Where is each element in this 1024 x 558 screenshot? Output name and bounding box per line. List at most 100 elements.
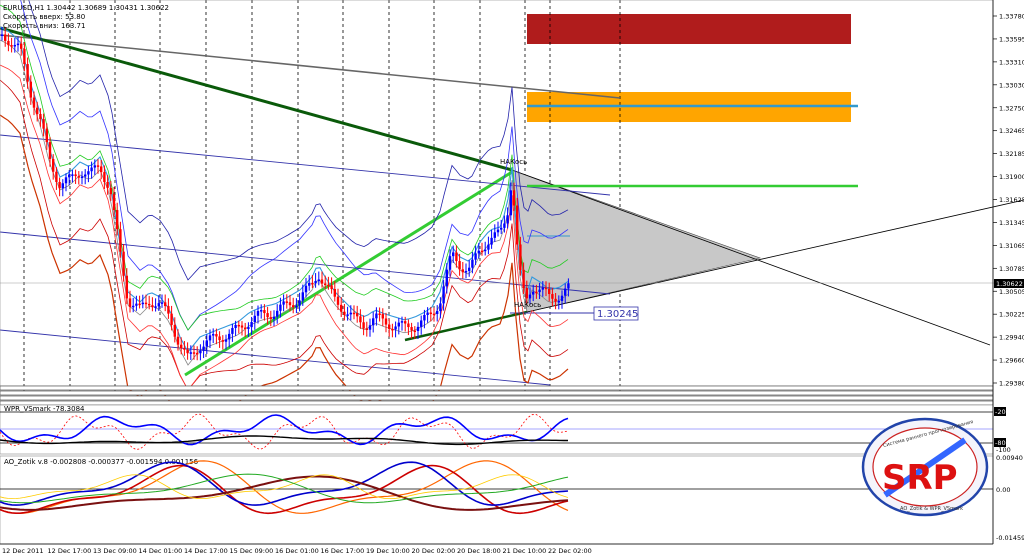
candle-body <box>381 314 384 319</box>
candle-body <box>160 302 164 304</box>
wpr-panel[interactable]: WPR_VSmark -78.3084 <box>0 404 994 455</box>
candle-body <box>221 340 224 342</box>
candle-body <box>4 34 7 41</box>
time-tick: 20 Dec 18:00 <box>457 547 501 555</box>
candle-body <box>352 312 356 315</box>
time-tick: 19 Dec 10:00 <box>366 547 410 555</box>
candle-body <box>375 313 378 319</box>
price-tick: 1.33780 <box>999 13 1024 21</box>
candle-body <box>167 306 170 314</box>
candle-body <box>151 305 154 308</box>
price-tick: 1.33310 <box>999 58 1024 66</box>
candle-body <box>468 267 471 271</box>
time-tick: 14 Dec 01:00 <box>139 547 183 555</box>
candle-body <box>304 285 308 293</box>
candle-body <box>192 352 196 354</box>
candle-body <box>212 334 215 336</box>
candle-body <box>471 259 474 268</box>
candle-body <box>311 283 314 285</box>
candle-body <box>154 306 157 308</box>
candle-body <box>90 167 93 172</box>
candle-body <box>183 348 186 350</box>
price-tick: 1.30505 <box>999 288 1024 296</box>
panel-separators <box>0 385 994 406</box>
ao-panel[interactable]: AO_Zotik v.8 -0.002808 -0.000377 -0.0015… <box>0 455 994 545</box>
candle-body <box>554 298 557 302</box>
time-tick: 16 Dec 01:00 <box>275 547 319 555</box>
candle-body <box>176 336 180 345</box>
time-axis: 12 Dec 2011 12 Dec 17:00 13 Dec 09:00 14 De… <box>0 543 993 555</box>
candle-body <box>26 64 29 82</box>
logo-bottom-text: AO_Zotik & WPR_VSmark <box>900 506 963 512</box>
candle-body <box>80 176 84 179</box>
candle-body <box>45 128 48 143</box>
candle-body <box>541 287 544 290</box>
resistance-zone-red[interactable] <box>527 14 851 44</box>
srp-logo: SRP Система раннего прогнозирования AO_Z… <box>861 417 989 517</box>
candle-body <box>109 187 112 195</box>
candle-body <box>74 174 77 177</box>
candle-body <box>477 250 480 254</box>
candle-body <box>215 334 218 337</box>
logo-letters: SRP <box>882 458 958 498</box>
candle-body <box>442 286 445 304</box>
candle-body <box>439 303 442 312</box>
candle-body <box>7 40 10 46</box>
candle-body <box>186 349 189 354</box>
candle-body <box>356 313 359 317</box>
price-tick: 1.29940 <box>999 334 1024 342</box>
candle-body <box>429 312 432 315</box>
candle-body <box>525 287 528 299</box>
candle-body <box>512 190 516 206</box>
time-tick: 14 Dec 17:00 <box>184 547 228 555</box>
candle-body <box>314 281 317 284</box>
ao-tick-zero: 0.00 <box>996 486 1010 494</box>
time-tick: 13 Dec 09:00 <box>93 547 137 555</box>
candle-body <box>39 113 42 120</box>
price-tick: 1.32185 <box>999 150 1024 158</box>
candle-body <box>196 352 199 355</box>
candle-body <box>263 310 266 314</box>
candle-body <box>148 303 151 306</box>
price-tick: 1.31625 <box>999 196 1024 204</box>
candle-body <box>240 325 244 328</box>
candle-body <box>423 314 426 321</box>
candle-body <box>416 326 420 332</box>
wpr-label: WPR_VSmark -78.3084 <box>4 405 85 413</box>
symbol-line: EURUSD,H1 1.30442 1.30689 1.30431 1.3062… <box>3 4 169 12</box>
candle-body <box>557 300 560 303</box>
price-tick: 1.32465 <box>999 127 1024 135</box>
price-tick: 1.32750 <box>999 104 1024 112</box>
candle-body <box>199 350 202 354</box>
candles[interactable] <box>0 26 570 361</box>
candle-body <box>384 318 388 325</box>
candle-body <box>20 43 23 49</box>
chart-window[interactable]: НАКось НАКось 1.30245 EURUSD,H1 1.30442 … <box>0 0 1024 558</box>
candle-body <box>496 229 500 233</box>
speed-up: Скорость вверх: 53.80 <box>3 13 85 21</box>
candle-body <box>180 344 183 349</box>
candle-body <box>32 97 36 108</box>
candle-body <box>61 183 64 189</box>
candle-body <box>285 301 288 303</box>
ao-tick-bottom: -0.01459 <box>996 534 1024 542</box>
candle-body <box>506 215 509 224</box>
candle-body <box>128 298 132 307</box>
candle-body <box>202 346 205 351</box>
candle-body <box>164 302 167 307</box>
candle-body <box>400 321 404 323</box>
candle-body <box>292 305 295 308</box>
candle-body <box>535 291 538 294</box>
bands <box>0 0 569 442</box>
ao-tick-top: 0.00940 <box>996 454 1023 462</box>
time-tick: 12 Dec 17:00 <box>48 547 92 555</box>
candle-body <box>362 322 365 329</box>
candle-body <box>452 252 455 257</box>
price-chart[interactable]: НАКось НАКось 1.30245 EURUSD,H1 1.30442 … <box>0 0 1024 558</box>
candle-body <box>189 352 192 354</box>
candle-body <box>87 171 90 175</box>
candle-body <box>125 275 128 299</box>
candle-body <box>432 313 436 316</box>
price-tick: 1.31900 <box>999 173 1024 181</box>
candle-body <box>93 165 96 168</box>
